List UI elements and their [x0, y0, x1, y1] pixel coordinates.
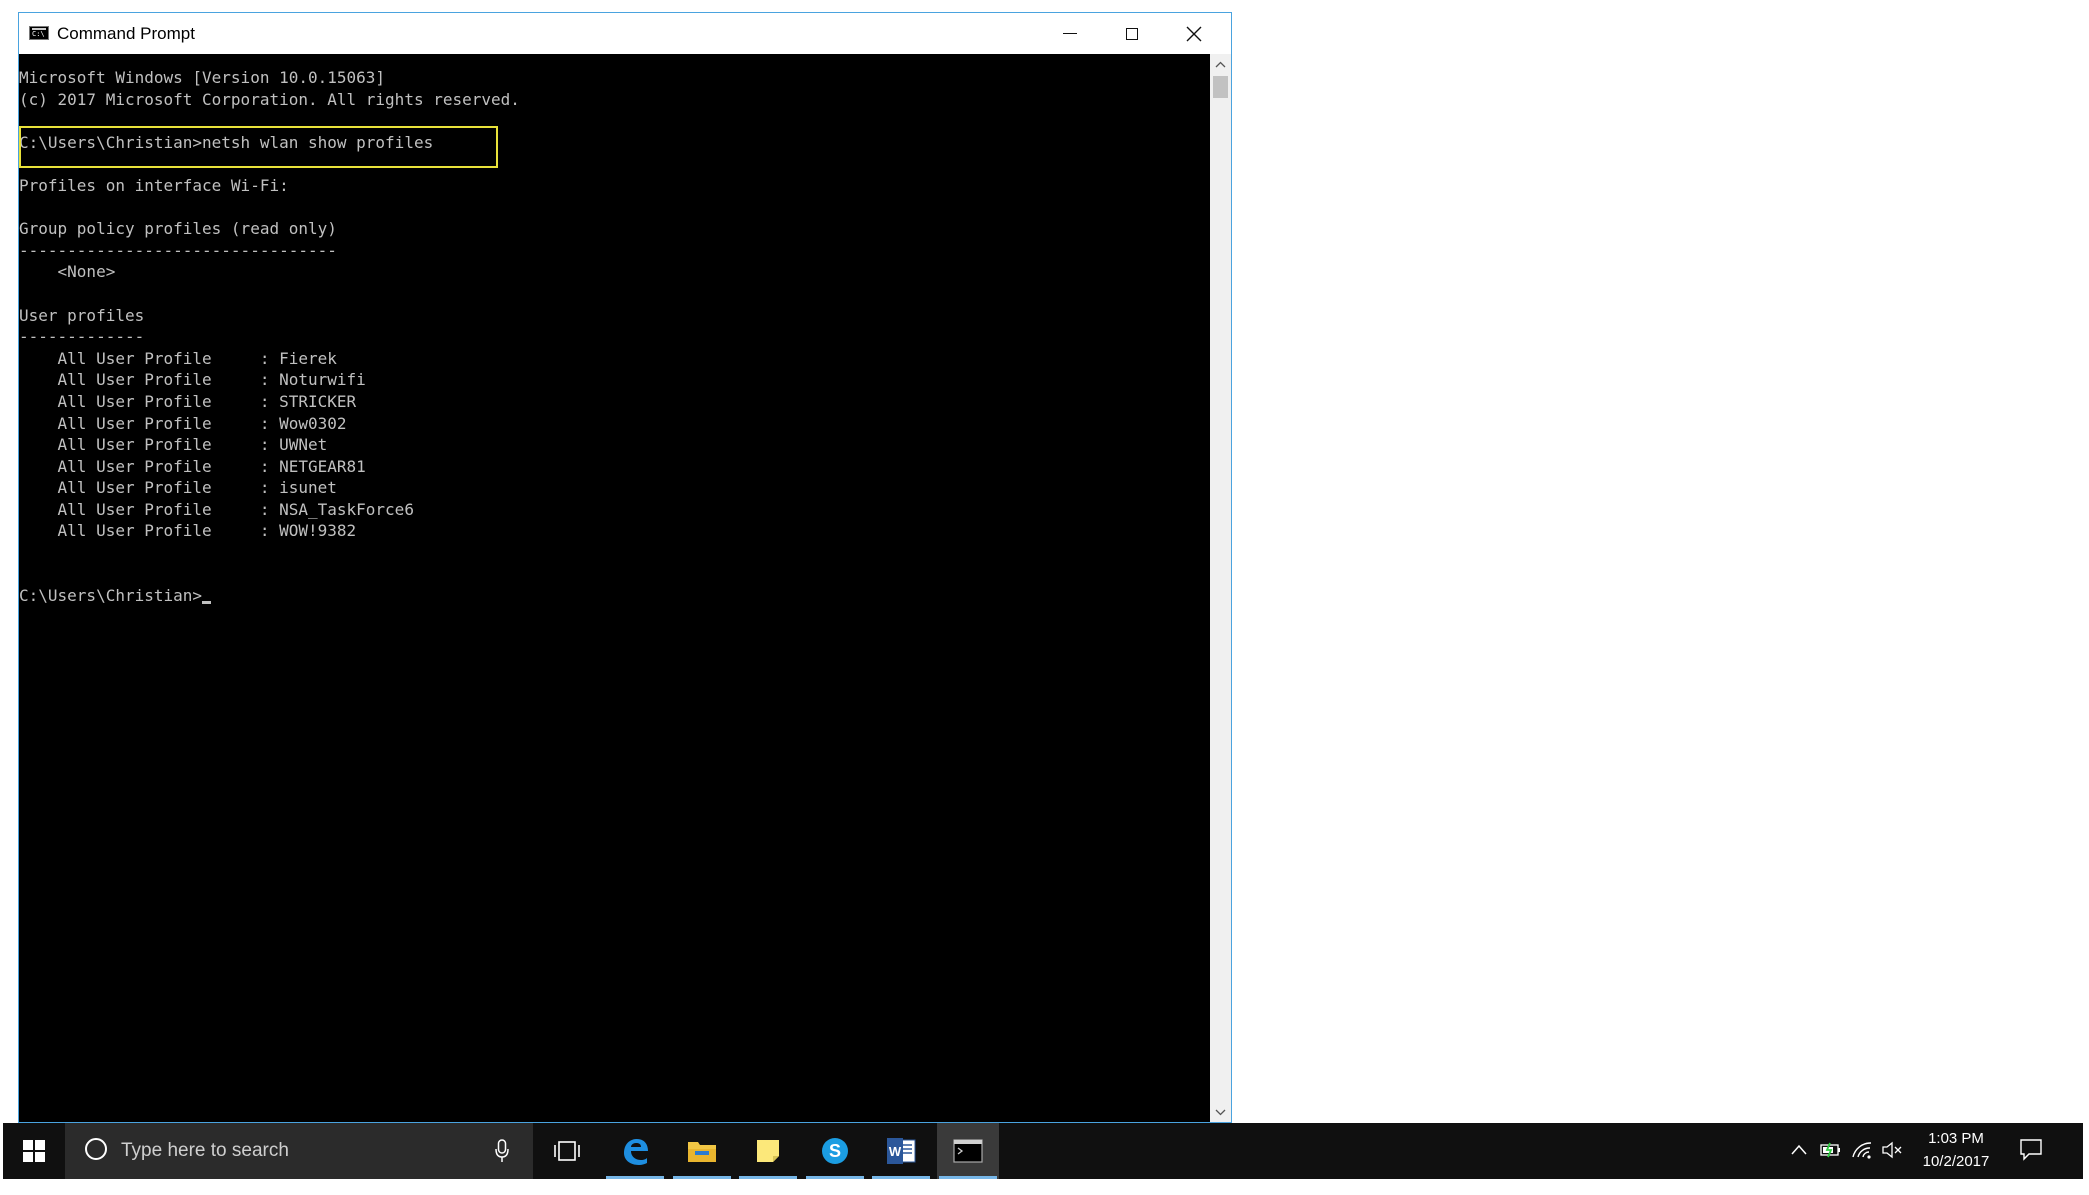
close-button[interactable] [1163, 13, 1225, 54]
console-icon: C:\ [29, 26, 49, 40]
console-line: All User Profile : WOW!9382 [19, 521, 357, 541]
console-line: All User Profile : UWNet [19, 435, 328, 455]
task-view-icon [554, 1141, 580, 1161]
console-line: Group policy profiles (read only) [19, 219, 337, 239]
console-line: <None> [19, 262, 116, 282]
console-line: All User Profile : isunet [19, 478, 337, 498]
minimize-icon [1063, 33, 1077, 34]
clock-date: 10/2/2017 [1922, 1153, 1990, 1170]
sticky-notes-button[interactable] [737, 1123, 799, 1179]
edge-icon [624, 1139, 648, 1165]
scroll-down-button[interactable] [1210, 1102, 1231, 1122]
search-input[interactable] [121, 1139, 451, 1163]
file-explorer-icon [688, 1142, 716, 1162]
command-highlight-box [19, 126, 498, 168]
console-line: Profiles on interface Wi-Fi: [19, 175, 289, 195]
window-title: Command Prompt [57, 24, 195, 43]
chevron-up-icon[interactable] [1790, 1141, 1808, 1159]
console-output[interactable]: Microsoft Windows [Version 10.0.15063] (… [19, 54, 1210, 1122]
edge-button[interactable] [604, 1123, 666, 1179]
maximize-button[interactable] [1101, 13, 1163, 54]
microphone-icon[interactable] [495, 1139, 509, 1163]
close-icon [1186, 26, 1202, 41]
console-line: All User Profile : Fierek [19, 348, 337, 368]
console-line: All User Profile : STRICKER [19, 391, 357, 411]
start-button[interactable] [3, 1123, 65, 1179]
word-icon: W [887, 1138, 916, 1164]
chevron-up-icon [1215, 61, 1226, 67]
maximize-icon [1126, 27, 1138, 40]
windows-logo-icon [23, 1140, 45, 1162]
console-line: All User Profile : NSA_TaskForce6 [19, 499, 414, 519]
command-prompt-icon [953, 1139, 983, 1163]
skype-button[interactable]: S [804, 1123, 866, 1179]
vertical-scrollbar[interactable] [1210, 54, 1231, 1122]
console-line: Microsoft Windows [Version 10.0.15063] [19, 68, 386, 87]
scroll-thumb[interactable] [1213, 76, 1228, 98]
search-box[interactable] [65, 1123, 533, 1179]
svg-text:S: S [829, 1141, 841, 1161]
console-line: --------------------------------- [19, 240, 337, 260]
console-line: User profiles [19, 305, 145, 325]
text-cursor [202, 601, 212, 605]
clock-time: 1:03 PM [1928, 1130, 1984, 1147]
wifi-icon[interactable] [1851, 1141, 1873, 1159]
command-prompt-button[interactable] [937, 1123, 999, 1179]
battery-icon[interactable] [1820, 1141, 1842, 1159]
console-line: ------------- [19, 327, 145, 347]
console-line: (c) 2017 Microsoft Corporation. All righ… [19, 89, 520, 109]
chevron-down-icon [1215, 1109, 1226, 1115]
cortana-icon [85, 1138, 107, 1160]
skype-icon: S [822, 1138, 848, 1164]
sticky-notes-icon [757, 1140, 779, 1162]
command-prompt-window: C:\ Command Prompt Microsoft Windows [Ve… [18, 12, 1232, 1123]
svg-text:W: W [889, 1144, 902, 1159]
scroll-up-button[interactable] [1210, 54, 1231, 74]
minimize-button[interactable] [1039, 13, 1101, 54]
word-button[interactable]: W [870, 1123, 932, 1179]
volume-muted-icon[interactable] [1881, 1141, 1903, 1159]
system-clock[interactable]: 1:03 PM 10/2/2017 [1905, 1127, 2007, 1173]
task-view-button[interactable] [536, 1123, 598, 1179]
taskbar: S W 1:03 PM [3, 1123, 2083, 1179]
console-line: All User Profile : NETGEAR81 [19, 456, 366, 476]
console-line: All User Profile : Noturwifi [19, 370, 366, 390]
action-center-icon[interactable] [2019, 1137, 2043, 1161]
title-bar[interactable]: C:\ Command Prompt [19, 13, 1231, 54]
file-explorer-button[interactable] [671, 1123, 733, 1179]
console-line: C:\Users\Christian> [19, 586, 203, 606]
console-line: All User Profile : Wow0302 [19, 413, 347, 433]
